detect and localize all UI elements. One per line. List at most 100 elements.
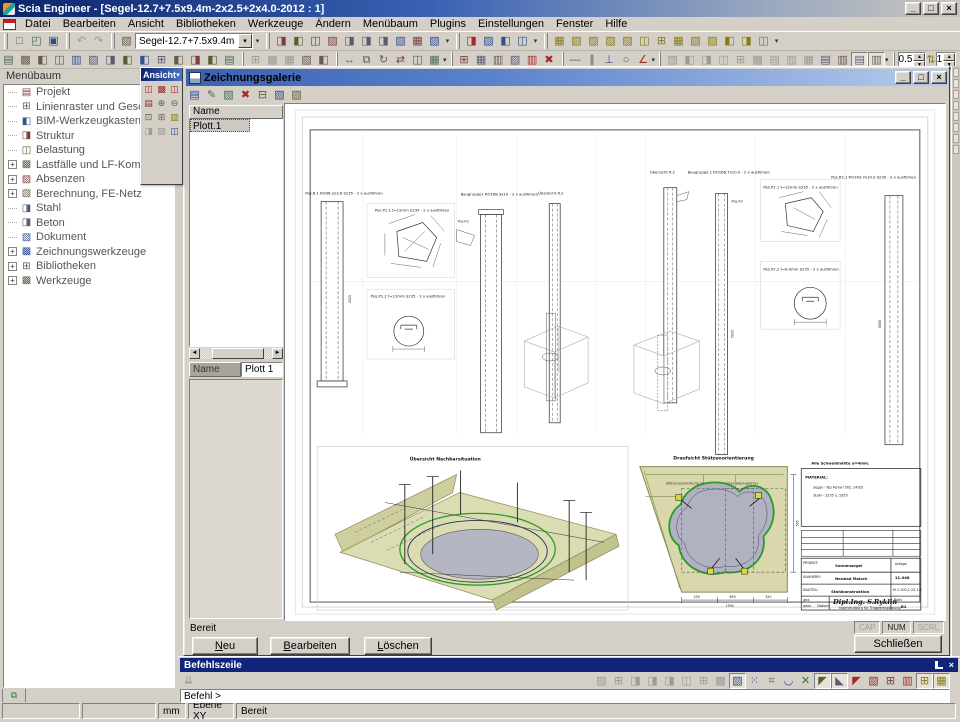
send-to-blue-icon[interactable]: ▤ bbox=[186, 87, 203, 103]
panel-tab[interactable] bbox=[2, 689, 26, 703]
delete-button[interactable]: Löschen bbox=[364, 637, 432, 655]
command-input[interactable] bbox=[180, 689, 950, 703]
render-blue-icon[interactable]: ◫ bbox=[168, 124, 181, 138]
status-unit[interactable]: mm bbox=[158, 703, 186, 719]
layout-e-icon[interactable]: ▨ bbox=[619, 33, 636, 49]
menu-datei[interactable]: Datei bbox=[19, 17, 57, 31]
expand-icon[interactable] bbox=[8, 262, 17, 271]
structure-icon[interactable]: ◨ bbox=[273, 33, 290, 49]
overflow-arrow-icon[interactable] bbox=[443, 34, 452, 48]
table-yellow-icon[interactable]: ⊞ bbox=[916, 673, 933, 689]
gallery-plot-list[interactable]: Plott.1 bbox=[189, 119, 283, 347]
toolbar-handle[interactable] bbox=[456, 33, 460, 49]
proj-yz-red-icon[interactable]: ◫ bbox=[168, 82, 181, 96]
panel-close-icon[interactable]: × bbox=[949, 660, 954, 670]
shortcut-icon[interactable]: ◫ bbox=[514, 33, 531, 49]
workspace-icon[interactable]: ▧ bbox=[118, 33, 135, 49]
sidebar-item-beton[interactable]: ◨Beton bbox=[4, 216, 174, 231]
snap-intersection-icon[interactable]: ◨ bbox=[644, 673, 661, 689]
beam-icon[interactable]: ▩ bbox=[17, 52, 34, 68]
overflow-arrow-icon[interactable] bbox=[443, 53, 447, 67]
concrete-icon[interactable]: ◨ bbox=[375, 33, 392, 49]
layout-d-icon[interactable]: ▧ bbox=[602, 33, 619, 49]
gallery-close-button[interactable]: × bbox=[931, 71, 947, 84]
preview-window-icon[interactable]: ▧ bbox=[288, 87, 305, 103]
snap-node-b-icon[interactable]: ◫ bbox=[678, 673, 695, 689]
layout-f-yellow-icon[interactable]: ◫ bbox=[636, 33, 653, 49]
new-button[interactable]: Neu bbox=[192, 637, 258, 655]
edit-button[interactable]: Bearbeiten bbox=[270, 637, 350, 655]
overflow-arrow-icon[interactable] bbox=[772, 34, 781, 48]
opening-icon[interactable]: ▥ bbox=[68, 52, 85, 68]
undo-icon[interactable]: ↶ bbox=[73, 33, 90, 49]
haunch-icon[interactable]: ◧ bbox=[119, 52, 136, 68]
docked-panel-edge[interactable] bbox=[951, 66, 960, 656]
mesh-icon[interactable]: ▨ bbox=[324, 33, 341, 49]
view-redo-icon[interactable]: ▨ bbox=[155, 124, 168, 138]
dot-grid-icon[interactable]: ⁙ bbox=[746, 673, 763, 689]
export-save-blue-icon[interactable]: ▧ bbox=[271, 87, 288, 103]
cross-link-icon[interactable]: ◧ bbox=[136, 52, 153, 68]
gallery-title-bar[interactable]: Zeichnungsgalerie _ □ × bbox=[186, 69, 949, 86]
menu-fenster[interactable]: Fenster bbox=[550, 17, 599, 31]
zoom-in-icon[interactable]: ⊕ bbox=[155, 96, 168, 110]
zoom-out-icon[interactable]: ⊖ bbox=[168, 96, 181, 110]
menu-bearbeiten[interactable]: Bearbeiten bbox=[57, 17, 122, 31]
gallery-maximize-button[interactable]: □ bbox=[913, 71, 929, 84]
expand-icon[interactable] bbox=[8, 160, 17, 169]
plate-icon[interactable]: ◧ bbox=[34, 52, 51, 68]
plot-list-item[interactable]: Plott.1 bbox=[190, 119, 250, 132]
menu-menubaum[interactable]: Menübaum bbox=[357, 17, 424, 31]
column-icon[interactable]: ▤ bbox=[0, 52, 17, 68]
cursor-snap-blue-icon[interactable]: ▧ bbox=[729, 673, 746, 689]
history-arrow-icon[interactable]: ⇊ bbox=[180, 673, 197, 689]
layout-i-yellow-icon[interactable]: ▧ bbox=[687, 33, 704, 49]
redo-icon[interactable]: ↷ bbox=[90, 33, 107, 49]
paperspace-icon[interactable]: ▧ bbox=[426, 33, 443, 49]
spinner-arrows-icon[interactable]: ▲▼ bbox=[913, 53, 925, 67]
layer-yellow-icon[interactable]: ▦ bbox=[933, 673, 950, 689]
layout-m-yellow-icon[interactable]: ◫ bbox=[755, 33, 772, 49]
print-icon[interactable]: ⊟ bbox=[254, 87, 271, 103]
gallery-minimize-button[interactable]: _ bbox=[895, 71, 911, 84]
line-grid-icon[interactable]: ⌗ bbox=[763, 673, 780, 689]
layout-h-yellow-icon[interactable]: ▦ bbox=[670, 33, 687, 49]
arbitrary-icon[interactable]: ◨ bbox=[102, 52, 119, 68]
zoom-all-icon[interactable]: ⊞ bbox=[155, 110, 168, 124]
gallery-tool-icon[interactable]: ▦ bbox=[409, 33, 426, 49]
layout-c-yellow-icon[interactable]: ▨ bbox=[585, 33, 602, 49]
sidebar-item-bibliotheken[interactable]: ⊞Bibliotheken bbox=[4, 259, 174, 274]
delete-red-icon[interactable]: ✖ bbox=[237, 87, 254, 103]
scrollbar-thumb[interactable] bbox=[212, 348, 264, 359]
layout-g-yellow-icon[interactable]: ⊞ bbox=[653, 33, 670, 49]
sidebar-item-berechnung-fe-netz[interactable]: ▧Berechnung, FE-Netz bbox=[4, 187, 174, 202]
snap-node-d-icon[interactable]: ▩ bbox=[712, 673, 729, 689]
select-node-red-icon[interactable]: ▧ bbox=[865, 673, 882, 689]
toolbar-handle[interactable] bbox=[4, 33, 8, 49]
snap-center-icon[interactable]: ◨ bbox=[627, 673, 644, 689]
hinge-icon[interactable]: ⊞ bbox=[153, 52, 170, 68]
project-combo[interactable]: Segel-12.7+7.5x9.4m bbox=[135, 33, 253, 49]
select-cut-red-icon[interactable]: ▥ bbox=[899, 673, 916, 689]
results-icon[interactable]: ◨ bbox=[341, 33, 358, 49]
select-arrow-2-icon[interactable]: ◣ bbox=[831, 673, 848, 689]
document-icon[interactable]: ▧ bbox=[392, 33, 409, 49]
gallery-list-hscrollbar[interactable]: ◄ ► bbox=[189, 348, 283, 359]
maximize-button[interactable]: □ bbox=[923, 2, 939, 15]
wall-icon[interactable]: ◫ bbox=[51, 52, 68, 68]
toolbar-handle[interactable] bbox=[66, 33, 70, 49]
menu-einstellungen[interactable]: Einstellungen bbox=[472, 17, 550, 31]
close-button[interactable]: × bbox=[941, 2, 957, 15]
layout-l-yellow-icon[interactable]: ◨ bbox=[738, 33, 755, 49]
loads-icon[interactable]: ◧ bbox=[290, 33, 307, 49]
toolbar-handle[interactable] bbox=[544, 33, 548, 49]
axo-red-icon[interactable]: ▤ bbox=[142, 96, 155, 110]
child-window-icon[interactable] bbox=[3, 19, 16, 30]
overflow-arrow-icon[interactable] bbox=[885, 53, 889, 67]
rib-icon[interactable]: ▨ bbox=[85, 52, 102, 68]
layout-a-yellow-icon[interactable]: ▦ bbox=[551, 33, 568, 49]
menu-aendern[interactable]: Ändern bbox=[309, 17, 356, 31]
menu-ansicht[interactable]: Ansicht bbox=[122, 17, 170, 31]
snap-node-a-icon[interactable]: ◨ bbox=[661, 673, 678, 689]
gallery-preview-canvas[interactable]: Pos.R.1 RO96.2x3.6 S235 - 2 x ausführen … bbox=[284, 103, 946, 621]
